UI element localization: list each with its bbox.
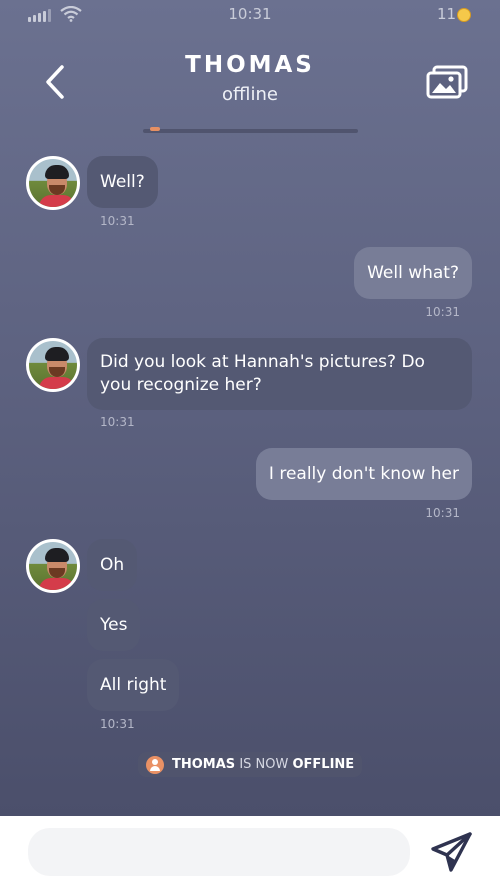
user-icon bbox=[146, 755, 164, 774]
message-bubble-incoming[interactable]: Did you look at Hannah's pictures? Do yo… bbox=[87, 338, 472, 410]
avatar[interactable] bbox=[26, 539, 80, 593]
message-time: 10:31 bbox=[100, 214, 135, 228]
avatar[interactable] bbox=[26, 338, 80, 392]
message-time: 10:31 bbox=[100, 415, 135, 429]
status-clock: 10:31 bbox=[228, 5, 272, 23]
offline-notice: THOMAS IS NOW OFFLINE bbox=[138, 752, 362, 777]
message-bubble-incoming[interactable]: Yes bbox=[87, 599, 141, 651]
message-time: 10:31 bbox=[425, 305, 460, 319]
gallery-icon[interactable] bbox=[425, 64, 469, 100]
input-bar bbox=[0, 816, 500, 889]
status-bar: 10:31 11 bbox=[0, 0, 500, 30]
message-bubble-outgoing[interactable]: I really don't know her bbox=[255, 448, 472, 500]
battery-level: 11 bbox=[437, 5, 457, 23]
notice-name: THOMAS bbox=[172, 757, 236, 772]
message-bubble-outgoing[interactable]: Well what? bbox=[354, 247, 472, 299]
notice-text: IS NOW bbox=[239, 757, 289, 772]
message-bubble-incoming[interactable]: Oh bbox=[87, 539, 138, 591]
coin-icon bbox=[457, 8, 471, 22]
send-icon[interactable] bbox=[430, 830, 474, 874]
scroll-indicator-dot bbox=[150, 127, 160, 131]
message-time: 10:31 bbox=[100, 717, 135, 731]
message-bubble-incoming[interactable]: All right bbox=[87, 659, 180, 711]
message-bubble-incoming[interactable]: Well? bbox=[87, 156, 158, 208]
notice-state: OFFLINE bbox=[292, 757, 355, 772]
message-input[interactable] bbox=[28, 828, 410, 876]
message-time: 10:31 bbox=[425, 506, 460, 520]
chat-screen: 10:31 11 THOMAS offline Well? 10:31 Well… bbox=[0, 0, 500, 816]
scroll-indicator bbox=[143, 129, 358, 133]
avatar[interactable] bbox=[26, 156, 80, 210]
